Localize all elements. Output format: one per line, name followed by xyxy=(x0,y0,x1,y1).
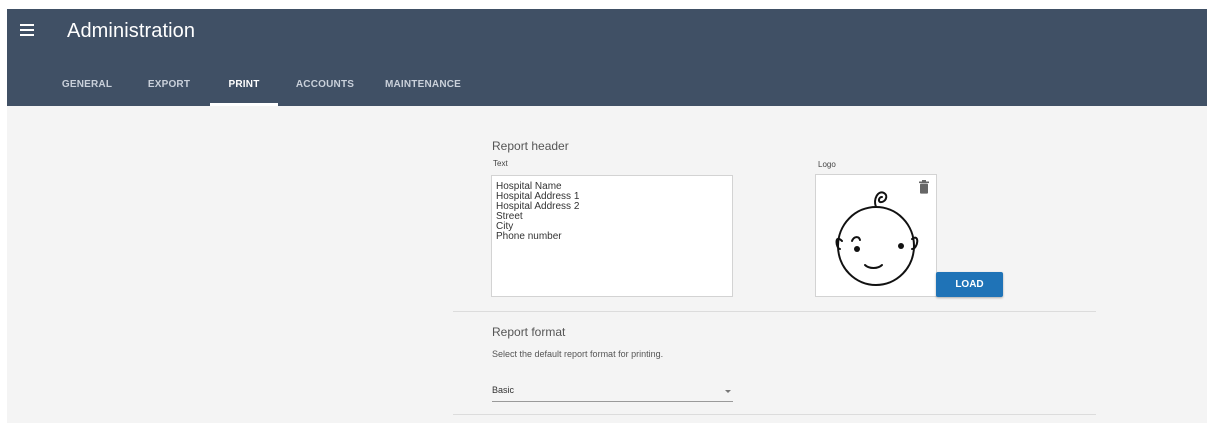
report-header-title: Report header xyxy=(492,139,569,153)
trash-glyph xyxy=(919,180,929,194)
tab-general[interactable]: GENERAL xyxy=(51,68,123,106)
load-logo-button[interactable]: LOAD xyxy=(936,272,1003,297)
tab-label: MAINTENANCE xyxy=(384,79,462,90)
section-divider xyxy=(453,311,1096,312)
app-window: Administration GENERAL EXPORT PRINT ACCO… xyxy=(7,9,1207,423)
text-line: Street xyxy=(496,211,523,222)
text-line: Phone number xyxy=(496,231,562,242)
report-format-title: Report format xyxy=(492,325,566,339)
tab-print[interactable]: PRINT xyxy=(210,68,278,106)
text-line: Hospital Address 2 xyxy=(496,201,580,212)
report-format-select[interactable]: Basic xyxy=(492,379,733,402)
tab-export[interactable]: EXPORT xyxy=(135,68,203,106)
tab-label: ACCOUNTS xyxy=(295,79,355,90)
report-format-description: Select the default report format for pri… xyxy=(492,349,664,359)
tab-accounts[interactable]: ACCOUNTS xyxy=(285,68,365,106)
select-value: Basic xyxy=(492,385,515,395)
section-divider xyxy=(453,414,1096,415)
chevron-down-icon xyxy=(725,390,731,393)
hamburger-menu-icon[interactable] xyxy=(17,19,41,43)
tab-maintenance[interactable]: MAINTENANCE xyxy=(373,68,473,106)
report-header-text-area[interactable]: Hospital Name Hospital Address 1 Hospita… xyxy=(491,175,733,297)
trash-icon[interactable] xyxy=(918,180,930,194)
page-title: Administration xyxy=(67,20,196,42)
text-field-label: Text xyxy=(493,159,508,168)
tab-label: PRINT xyxy=(228,79,260,90)
tab-label: EXPORT xyxy=(147,79,191,90)
tab-label: GENERAL xyxy=(61,79,113,90)
active-tab-indicator xyxy=(210,103,278,106)
logo-label: Logo xyxy=(818,160,836,169)
app-bar: Administration GENERAL EXPORT PRINT ACCO… xyxy=(7,9,1207,106)
